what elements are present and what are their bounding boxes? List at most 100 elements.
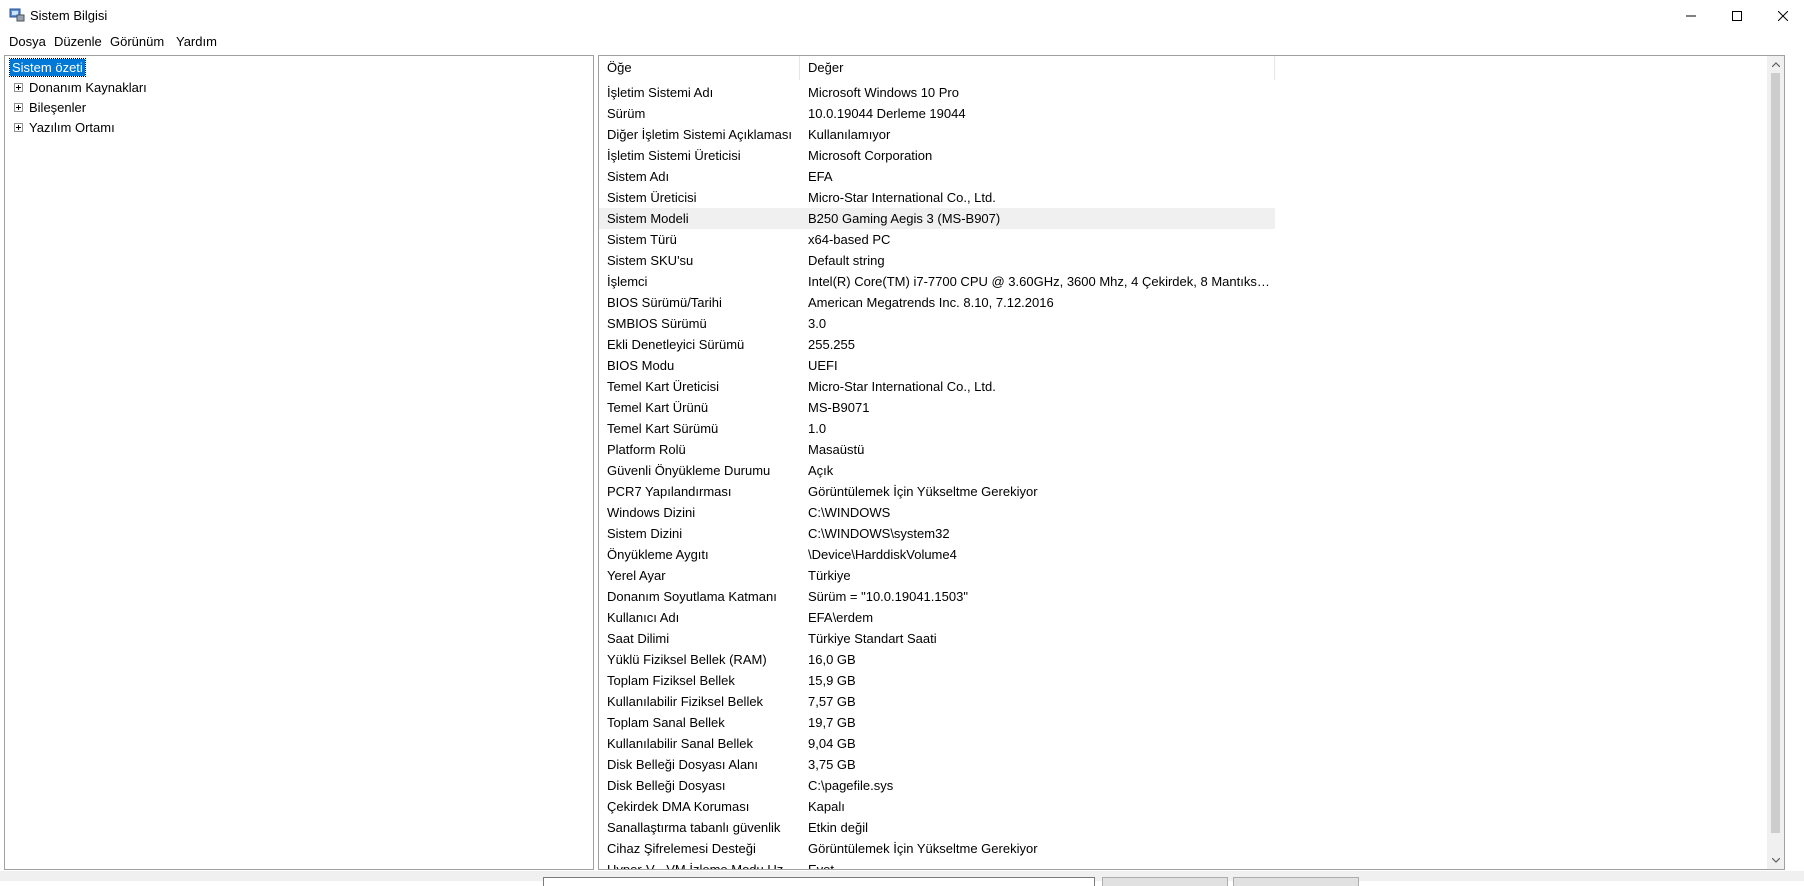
- details-list[interactable]: Öğe Değer İşletim Sistemi Adı Microsoft W…: [598, 55, 1785, 870]
- table-row[interactable]: Ekli Denetleyici Sürümü 255.255: [599, 334, 1275, 355]
- table-row[interactable]: Önyükleme Aygıtı \Device\HarddiskVolume4: [599, 544, 1275, 565]
- item-cell: Toplam Fiziksel Bellek: [607, 673, 735, 688]
- table-row[interactable]: Yüklü Fiziksel Bellek (RAM) 16,0 GB: [599, 649, 1275, 670]
- menu-help[interactable]: Yardım: [175, 34, 218, 49]
- column-header-value[interactable]: Değer: [800, 56, 1275, 80]
- value-cell: 1.0: [808, 421, 827, 436]
- item-cell: Sürüm: [607, 106, 646, 121]
- table-row[interactable]: Sistem Adı EFA: [599, 166, 1275, 187]
- table-row[interactable]: Saat Dilimi Türkiye Standart Saati: [599, 628, 1275, 649]
- value-cell: EFA: [808, 169, 833, 184]
- table-row[interactable]: Kullanılabilir Sanal Bellek 9,04 GB: [599, 733, 1275, 754]
- table-row[interactable]: Sürüm 10.0.19044 Derleme 19044: [599, 103, 1275, 124]
- table-row[interactable]: Toplam Fiziksel Bellek 15,9 GB: [599, 670, 1275, 691]
- minimize-button[interactable]: [1668, 0, 1714, 31]
- table-row[interactable]: Diğer İşletim Sistemi Açıklaması Kullanıl…: [599, 124, 1275, 145]
- table-row[interactable]: Sistem Dizini C:\WINDOWS\system32: [599, 523, 1275, 544]
- expand-plus-icon[interactable]: [14, 122, 23, 132]
- value-cell: B250 Gaming Aegis 3 (MS-B907): [808, 211, 1001, 226]
- item-cell: Sistem Üreticisi: [607, 190, 697, 205]
- value-cell: Microsoft Windows 10 Pro: [808, 85, 959, 100]
- table-row[interactable]: Kullanılabilir Fiziksel Bellek 7,57 GB: [599, 691, 1275, 712]
- find-input[interactable]: [543, 877, 1095, 886]
- table-row[interactable]: Cihaz Şifrelemesi Desteği Görüntülemek İç…: [599, 838, 1275, 859]
- table-row[interactable]: Disk Belleği Dosyası C:\pagefile.sys: [599, 775, 1275, 796]
- table-row[interactable]: Temel Kart Ürünü MS-B9071: [599, 397, 1275, 418]
- table-row[interactable]: Çekirdek DMA Koruması Kapalı: [599, 796, 1275, 817]
- value-cell: Açık: [808, 463, 834, 478]
- value-cell: 3,75 GB: [808, 757, 856, 772]
- item-cell: Güvenli Önyükleme Durumu: [607, 463, 771, 478]
- item-cell: Windows Dizini: [607, 505, 696, 520]
- value-cell: 15,9 GB: [808, 673, 856, 688]
- item-cell: Ekli Denetleyici Sürümü: [607, 337, 745, 352]
- table-row[interactable]: Yerel Ayar Türkiye: [599, 565, 1275, 586]
- table-row[interactable]: Sistem SKU'su Default string: [599, 250, 1275, 271]
- value-cell: 9,04 GB: [808, 736, 856, 751]
- table-row[interactable]: BIOS Sürümü/Tarihi American Megatrends In…: [599, 292, 1275, 313]
- table-row[interactable]: Temel Kart Üreticisi Micro-Star Internati…: [599, 376, 1275, 397]
- details-rows: İşletim Sistemi Adı Microsoft Windows 10 …: [599, 82, 1275, 869]
- value-cell: Sürüm = "10.0.19041.1503": [808, 589, 968, 604]
- item-cell: Sistem Dizini: [607, 526, 683, 541]
- table-row[interactable]: İşletim Sistemi Adı Microsoft Windows 10 …: [599, 82, 1275, 103]
- close-icon: [1778, 10, 1788, 21]
- value-cell: Kullanılamıyor: [808, 127, 891, 142]
- table-row[interactable]: Temel Kart Sürümü 1.0: [599, 418, 1275, 439]
- table-row[interactable]: Hyper-V - VM İzleme Modu Uz... Evet: [599, 859, 1275, 869]
- table-row[interactable]: Disk Belleği Dosyası Alanı 3,75 GB: [599, 754, 1275, 775]
- window-title: Sistem Bilgisi: [30, 8, 108, 23]
- table-row[interactable]: Windows Dizini C:\WINDOWS: [599, 502, 1275, 523]
- item-cell: Cihaz Şifrelemesi Desteği: [607, 841, 756, 856]
- table-row[interactable]: İşlemci Intel(R) Core(TM) i7-7700 CPU @ 3…: [599, 271, 1275, 292]
- scroll-down-arrow-icon[interactable]: [1767, 852, 1784, 869]
- table-row[interactable]: BIOS Modu UEFI: [599, 355, 1275, 376]
- value-cell: x64-based PC: [808, 232, 891, 247]
- table-row[interactable]: Güvenli Önyükleme Durumu Açık: [599, 460, 1275, 481]
- item-cell: İşletim Sistemi Üreticisi: [607, 148, 741, 163]
- table-row[interactable]: İşletim Sistemi Üreticisi Microsoft Corpo…: [599, 145, 1275, 166]
- item-cell: Diğer İşletim Sistemi Açıklaması: [607, 127, 792, 142]
- tree-item-components[interactable]: Bileşenler: [14, 98, 86, 116]
- item-cell: İşlemci: [607, 274, 648, 289]
- table-row[interactable]: Platform Rolü Masaüstü: [599, 439, 1275, 460]
- expand-plus-icon[interactable]: [14, 82, 23, 92]
- tree-item-label: Yazılım Ortamı: [29, 119, 115, 135]
- vertical-scrollbar[interactable]: [1767, 56, 1784, 869]
- table-row[interactable]: Toplam Sanal Bellek 19,7 GB: [599, 712, 1275, 733]
- table-row[interactable]: PCR7 Yapılandırması Görüntülemek İçin Yük…: [599, 481, 1275, 502]
- close-button[interactable]: [1760, 0, 1804, 31]
- table-row[interactable]: SMBIOS Sürümü 3.0: [599, 313, 1275, 334]
- table-row[interactable]: Sistem Türü x64-based PC: [599, 229, 1275, 250]
- tree-item-software-environment[interactable]: Yazılım Ortamı: [14, 118, 115, 136]
- value-cell: EFA\erdem: [808, 610, 874, 625]
- table-row[interactable]: Kullanıcı Adı EFA\erdem: [599, 607, 1275, 628]
- expand-plus-icon[interactable]: [14, 102, 23, 112]
- scrollbar-thumb[interactable]: [1771, 73, 1780, 833]
- column-header-item[interactable]: Öğe: [599, 56, 800, 80]
- table-row[interactable]: Sistem Üreticisi Micro-Star International…: [599, 187, 1275, 208]
- close-find-button[interactable]: [1233, 877, 1359, 886]
- menu-view[interactable]: Görünüm: [109, 34, 165, 49]
- value-cell: Micro-Star International Co., Ltd.: [808, 379, 996, 394]
- find-button[interactable]: [1102, 877, 1228, 886]
- item-cell: Platform Rolü: [607, 442, 686, 457]
- item-cell: Toplam Sanal Bellek: [607, 715, 725, 730]
- item-cell: İşletim Sistemi Adı: [607, 85, 714, 100]
- value-cell: Kapalı: [808, 799, 845, 814]
- table-row[interactable]: Donanım Soyutlama Katmanı Sürüm = "10.0.1…: [599, 586, 1275, 607]
- tree-item-system-summary[interactable]: Sistem özeti: [9, 57, 86, 77]
- table-row[interactable]: Sanallaştırma tabanlı güvenlik Etkin deği…: [599, 817, 1275, 838]
- maximize-button[interactable]: [1714, 0, 1760, 31]
- table-row[interactable]: Sistem Modeli B250 Gaming Aegis 3 (MS-B90…: [599, 208, 1275, 229]
- category-tree[interactable]: Sistem özeti Donanım Kaynakları Bileşenl…: [4, 55, 594, 870]
- value-cell: Türkiye Standart Saati: [808, 631, 937, 646]
- menu-edit[interactable]: Düzenle: [53, 34, 103, 49]
- menu-file[interactable]: Dosya: [8, 34, 47, 49]
- item-cell: Sanallaştırma tabanlı güvenlik: [607, 820, 781, 835]
- item-cell: Saat Dilimi: [607, 631, 670, 646]
- scroll-up-arrow-icon[interactable]: [1767, 56, 1784, 73]
- tree-item-hardware-resources[interactable]: Donanım Kaynakları: [14, 78, 147, 96]
- value-cell: 3.0: [808, 316, 827, 331]
- value-cell: 7,57 GB: [808, 694, 856, 709]
